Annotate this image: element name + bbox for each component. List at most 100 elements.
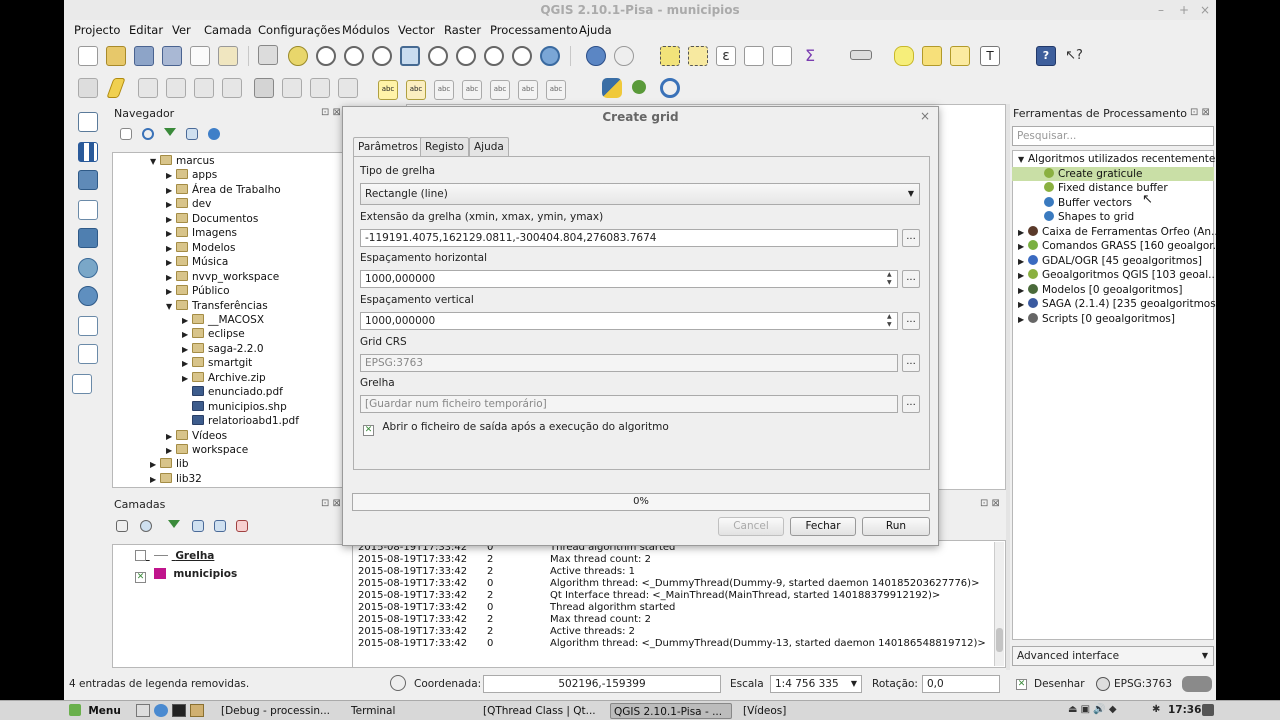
bookmark-icon[interactable]: [922, 46, 942, 66]
navigator-item[interactable]: ▶ nvvp_workspace: [166, 270, 279, 284]
epsilon-icon[interactable]: ε: [716, 46, 736, 66]
menu-ajuda[interactable]: Ajuda: [579, 20, 612, 40]
user-icon[interactable]: [1202, 704, 1214, 716]
add-delimited-text-icon[interactable]: [78, 344, 98, 364]
refresh-icon[interactable]: [540, 46, 560, 66]
menu-processamento[interactable]: Processamento: [490, 20, 578, 40]
algorithm-group[interactable]: ▶ Geoalgoritmos QGIS [103 geoal...: [1018, 268, 1216, 282]
open-output-option[interactable]: ✕ Abrir o ficheiro de saída após a execu…: [363, 421, 669, 436]
spin-arrows-icon[interactable]: ▲ ▼: [887, 313, 892, 329]
collapse-arrow-icon[interactable]: ▶: [166, 242, 176, 256]
pan-to-selection-icon[interactable]: [288, 46, 308, 66]
paste-features-icon[interactable]: [338, 78, 358, 98]
navigator-item[interactable]: municipios.shp: [182, 400, 287, 414]
info-icon[interactable]: [208, 128, 220, 140]
select-features-icon[interactable]: [660, 46, 680, 66]
navigator-item[interactable]: ▶ lib32: [150, 472, 202, 486]
crs-input[interactable]: EPSG:3763: [360, 354, 898, 372]
zoom-selection-icon[interactable]: [428, 46, 448, 66]
visibility-icon[interactable]: [140, 520, 152, 532]
crs-globe-icon[interactable]: [1096, 677, 1110, 691]
algorithm-group[interactable]: ▶ Comandos GRASS [160 geoalgor...: [1018, 239, 1216, 254]
refresh-icon[interactable]: [142, 128, 154, 140]
collapse-arrow-icon[interactable]: ▶: [166, 198, 176, 212]
spatial-bookmarks-icon[interactable]: [950, 46, 970, 66]
zoom-native-icon[interactable]: [372, 46, 392, 66]
navigator-item[interactable]: ▶ smartgit: [182, 356, 252, 370]
layer-visibility-checkbox[interactable]: ✕: [135, 572, 146, 583]
navigator-item[interactable]: ▶ Modelos: [166, 241, 235, 255]
vspacing-spinbox[interactable]: 1000,000000: [360, 312, 898, 330]
splitter[interactable]: [64, 488, 354, 494]
print-composer-icon[interactable]: [190, 46, 210, 66]
collapse-arrow-icon[interactable]: ▶: [166, 256, 176, 270]
tab-registo[interactable]: Registo: [420, 137, 469, 156]
task-videos[interactable]: [Vídeos]: [740, 703, 860, 719]
browser-icon[interactable]: [154, 704, 168, 717]
close-button[interactable]: Fechar: [790, 517, 856, 536]
hspacing-spinbox[interactable]: 1000,000000: [360, 270, 898, 288]
close-icon[interactable]: ×: [920, 109, 930, 123]
attribute-table-icon[interactable]: [744, 46, 764, 66]
spin-arrows-icon[interactable]: ▲ ▼: [887, 271, 892, 287]
menu-modulos[interactable]: Módulos: [342, 20, 390, 40]
navigator-item[interactable]: ▶ Archive.zip: [182, 371, 266, 385]
collapse-all-icon[interactable]: [214, 520, 226, 532]
navigator-item[interactable]: ▶ Imagens: [166, 226, 237, 240]
algorithm-group[interactable]: ▶ GDAL/OGR [45 geoalgoritmos]: [1018, 254, 1214, 268]
pan-hand-icon[interactable]: [258, 45, 278, 65]
help-icon[interactable]: ?: [1036, 46, 1056, 66]
collapse-arrow-icon[interactable]: ▶: [1018, 313, 1028, 327]
algorithm-item[interactable]: Fixed distance buffer: [1044, 181, 1214, 195]
new-project-icon[interactable]: [78, 46, 98, 66]
network-icon[interactable]: ✱: [1152, 704, 1160, 715]
save-project-icon[interactable]: [134, 46, 154, 66]
algorithm-group[interactable]: ▼ Algoritmos utilizados recentemente: [1018, 152, 1215, 166]
navigator-item[interactable]: ▶ dev: [166, 197, 211, 211]
save-edits-icon[interactable]: [138, 78, 158, 98]
label-show-hide-icon[interactable]: abc: [434, 80, 454, 100]
new-shapefile-icon[interactable]: [72, 374, 92, 394]
processing-panel-buttons[interactable]: ⊡ ⊠: [1190, 107, 1210, 118]
collapse-arrow-icon[interactable]: ▶: [166, 169, 176, 183]
log-panel-buttons[interactable]: ⊡ ⊠: [980, 498, 1000, 509]
task-qgis[interactable]: QGIS 2.10.1-Pisa - ...: [610, 703, 732, 719]
messages-icon[interactable]: [1182, 676, 1212, 692]
open-output-checkbox[interactable]: ✕: [363, 425, 374, 436]
algorithm-group[interactable]: ▶ Modelos [0 geoalgoritmos]: [1018, 283, 1214, 297]
files-icon[interactable]: [190, 704, 204, 717]
collapse-all-icon[interactable]: [186, 128, 198, 140]
layer-row-municipios[interactable]: ✕ municipios: [135, 566, 237, 583]
splitter[interactable]: [1006, 104, 1010, 670]
add-mssql-layer-icon[interactable]: [78, 228, 98, 248]
add-selected-icon[interactable]: [120, 128, 132, 140]
cut-features-icon[interactable]: [282, 78, 302, 98]
navigator-item[interactable]: ▼ Transferências: [166, 299, 268, 313]
composer-manager-icon[interactable]: [218, 46, 238, 66]
collapse-arrow-icon[interactable]: ▶: [182, 314, 192, 328]
add-wms-layer-icon[interactable]: [78, 258, 98, 278]
field-calculator-icon[interactable]: [772, 46, 792, 66]
collapse-arrow-icon[interactable]: ▶: [1018, 240, 1028, 254]
terminal-launcher-icon[interactable]: [172, 704, 186, 717]
collapse-arrow-icon[interactable]: ▶: [1018, 298, 1028, 312]
menu-camada[interactable]: Camada: [204, 20, 252, 40]
navigator-panel-buttons[interactable]: ⊡ ⊠: [321, 107, 341, 118]
add-spatialite-layer-icon[interactable]: [78, 200, 98, 220]
task-debug[interactable]: [Debug - processin...: [218, 703, 338, 719]
tray-icons[interactable]: ⏏ ▣ 🔊 ◆: [1068, 704, 1117, 715]
current-edits-icon[interactable]: [78, 78, 98, 98]
show-desktop-icon[interactable]: [136, 704, 150, 717]
navigator-item[interactable]: ▶ saga-2.2.0: [182, 342, 264, 356]
vspacing-browse-button[interactable]: ...: [902, 312, 920, 330]
label-properties-icon[interactable]: abc: [546, 80, 566, 100]
maximize-button[interactable]: +: [1179, 0, 1189, 20]
whats-this-icon[interactable]: ↖?: [1064, 46, 1084, 66]
navigator-item[interactable]: ▶ workspace: [166, 443, 248, 457]
menu-raster[interactable]: Raster: [444, 20, 481, 40]
remove-layer-icon[interactable]: [236, 520, 248, 532]
zoom-in-icon[interactable]: [316, 46, 336, 66]
navigator-item[interactable]: enunciado.pdf: [182, 385, 283, 399]
collapse-arrow-icon[interactable]: ▶: [166, 444, 176, 458]
zoom-layer-icon[interactable]: [456, 46, 476, 66]
